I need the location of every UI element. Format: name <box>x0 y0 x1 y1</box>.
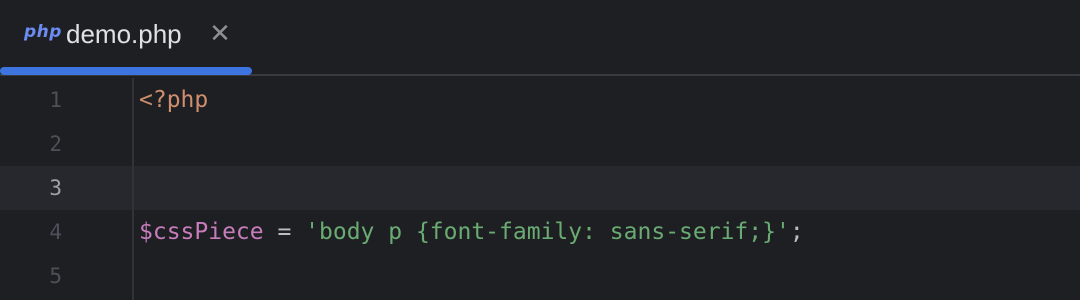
close-icon[interactable]: ✕ <box>208 20 232 48</box>
code-token-op: ; <box>789 219 804 245</box>
code-token-var: $cssPiece <box>139 219 264 245</box>
code-line[interactable]: 4 $cssPiece = 'body p {font-family: sans-… <box>0 210 1080 254</box>
tab-demo-php[interactable]: php demo.php ✕ <box>0 0 252 76</box>
gutter-separator <box>132 78 134 300</box>
php-file-icon: php <box>24 22 62 42</box>
line-number: 4 <box>49 220 62 244</box>
line-number: 5 <box>49 264 62 288</box>
code-line[interactable]: 1 <?php <box>0 78 1080 122</box>
active-tab-indicator <box>0 67 252 75</box>
code-line[interactable]: 3 <box>0 166 1080 210</box>
editor-tab-bar: php demo.php ✕ <box>0 0 1080 76</box>
line-number: 3 <box>49 176 62 200</box>
code-line[interactable]: 2 <box>0 122 1080 166</box>
code-token-tag: <?php <box>139 87 209 113</box>
code-token-op: = <box>263 219 306 245</box>
line-number: 1 <box>49 88 62 112</box>
tab-label: demo.php <box>66 19 182 49</box>
code-token-str: 'body p {font-family: sans-serif;}' <box>305 219 790 245</box>
code-line[interactable]: 5 <box>0 254 1080 298</box>
code-text[interactable]: <?php <box>139 78 208 122</box>
code-text[interactable]: $cssPiece = 'body p {font-family: sans-s… <box>139 210 804 254</box>
line-number: 2 <box>49 132 62 156</box>
code-editor: php demo.php ✕ 1 <?php 2 3 4 $cssPiece = 'bod… <box>0 0 1080 300</box>
